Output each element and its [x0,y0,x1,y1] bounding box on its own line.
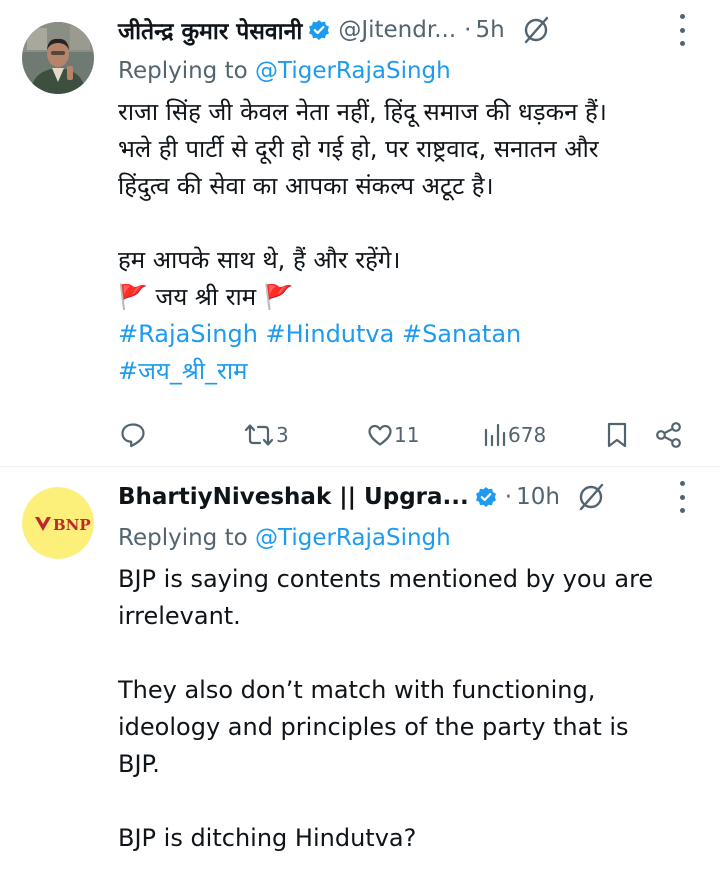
avatar[interactable]: BNP [22,487,94,559]
replying-prefix: Replying to [118,58,255,84]
views-button[interactable]: 678 [482,415,546,455]
retweet-count: 3 [276,423,289,447]
like-count: 11 [394,423,420,447]
author-name[interactable]: जीतेन्द्र कुमार पेसवानी [118,14,302,46]
flag-line: 🚩 जय श्री राम 🚩 [118,283,294,311]
tweet-header: BhartiyNiveshak || Upgra... · 10h [118,477,696,517]
author-handle[interactable]: @Jitendr... [338,17,456,43]
hashtag-line[interactable]: #जय_श्री_राम [118,353,696,390]
hashtag-line[interactable]: #RajaSingh #Hindutva #Sanatan [118,316,696,353]
bookmark-button[interactable] [604,415,630,455]
tweet-1[interactable]: जीतेन्द्र कुमार पेसवानी @Jitendr... · 5h… [0,0,720,460]
replying-prefix: Replying to [118,525,255,551]
bnp-logo: BNP [22,487,94,559]
retweet-icon [244,424,274,446]
grok-icon[interactable] [576,482,606,512]
avatar[interactable] [22,22,94,94]
more-options-icon[interactable] [678,481,686,513]
replying-to: Replying to @TigerRajaSingh [118,54,696,88]
bookmark-icon [607,422,627,448]
verified-badge-icon [309,20,330,40]
share-icon [656,422,681,448]
like-icon [368,424,392,446]
like-button[interactable]: 11 [366,415,419,455]
avatar-text: BNP [53,516,91,534]
timestamp[interactable]: 5h [475,17,504,43]
mention-link[interactable]: @TigerRajaSingh [255,525,451,551]
mention-link[interactable]: @TigerRajaSingh [255,58,451,84]
tweet-text: राजा सिंह जी केवल नेता नहीं, हिंदू समाज … [118,98,607,274]
separator-dot: · [504,484,513,510]
views-icon [484,423,506,447]
verified-badge-icon [475,487,496,507]
timestamp[interactable]: 10h [516,484,560,510]
retweet-button[interactable]: 3 [242,415,289,455]
replying-to: Replying to @TigerRajaSingh [118,521,696,555]
tweet-2[interactable]: BNP BhartiyNiveshak || Upgra... · 10h Re… [0,467,720,872]
more-options-icon[interactable] [678,14,686,46]
separator-dot: · [464,17,472,43]
author-name[interactable]: BhartiyNiveshak || Upgra... [118,484,469,510]
tweet-header: जीतेन्द्र कुमार पेसवानी @Jitendr... · 5h [118,10,696,50]
share-button[interactable] [654,415,684,455]
reply-icon [121,423,145,448]
grok-icon[interactable] [521,15,551,45]
tweet-actions: 3 11 678 [118,415,696,455]
profile-photo [22,22,94,94]
reply-button[interactable] [118,415,148,455]
tweet-text: BJP is saying contents mentioned by you … [118,565,654,852]
view-count: 678 [508,423,547,447]
